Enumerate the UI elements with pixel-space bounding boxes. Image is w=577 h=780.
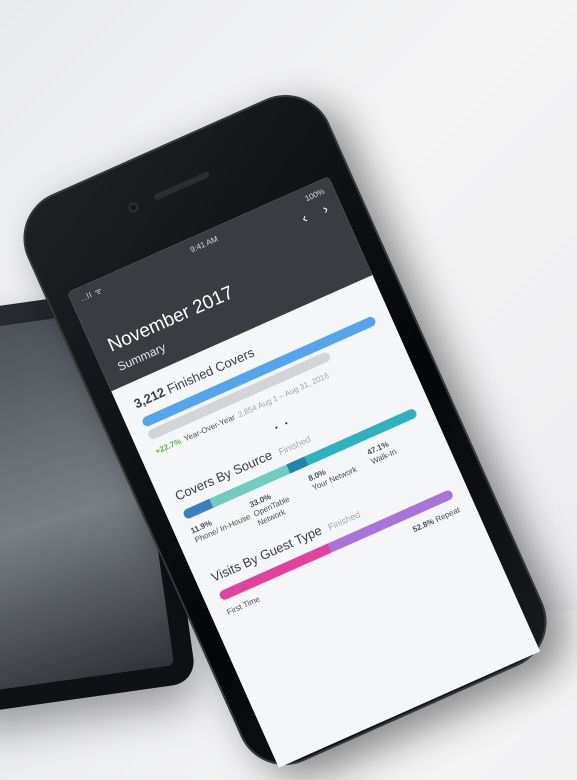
signal-wifi-icon: ..ll ᯤ [79, 285, 105, 304]
camera-icon [126, 200, 140, 215]
status-bar: ..ll ᯤ 9:41 AM 100% [67, 176, 335, 308]
repeat-percent: 52.8% [411, 516, 436, 535]
first-time-label: First Time [225, 594, 262, 617]
speaker-grille [153, 170, 211, 201]
status-time: 9:41 AM [188, 234, 220, 255]
chevron-right-icon[interactable]: › [320, 200, 331, 217]
yoy-percent: +22.7% [153, 436, 183, 457]
source-segment [181, 498, 214, 521]
covers-count: 3,212 [131, 384, 168, 412]
guest-filter: Finished [326, 509, 362, 533]
chevron-left-icon[interactable]: ‹ [299, 210, 310, 227]
repeat-label: Repeat [433, 505, 462, 525]
source-filter: Finished [276, 433, 313, 457]
